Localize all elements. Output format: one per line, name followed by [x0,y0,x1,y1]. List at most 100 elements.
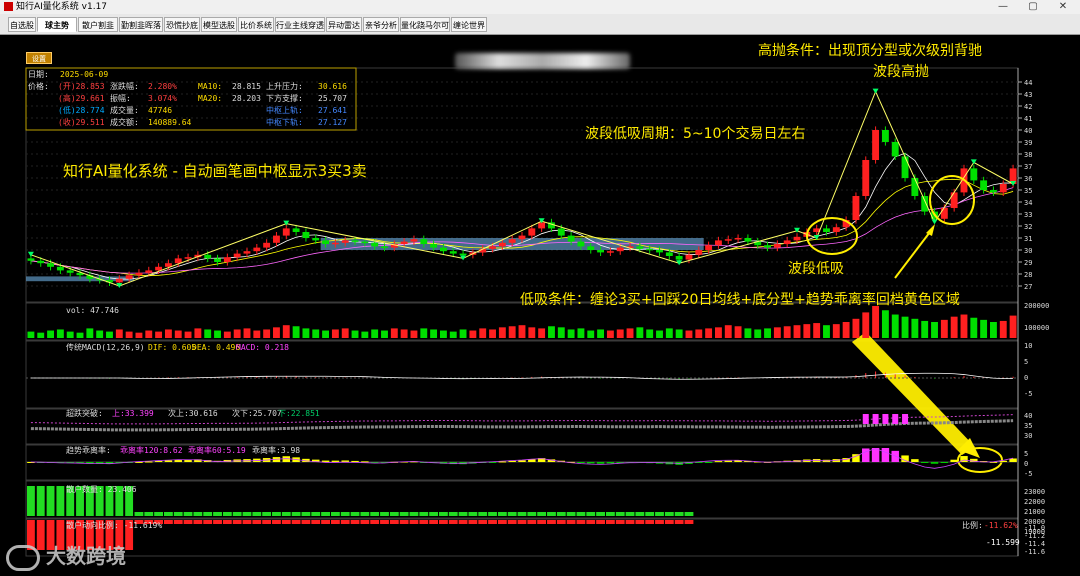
retail-count-bar [576,512,586,516]
macd-tick: 0 [1024,374,1028,382]
volume-label: 成交量: [110,105,139,115]
stock-chart[interactable]: 44 43 42 41 40 39 38 37 36 35 34 33 32 31 30 29 28 27 日期: 2… [0,0,1080,576]
retail-count-bar [448,512,458,516]
candle-body [832,227,840,232]
volume-bar [577,328,585,338]
candle-body [420,239,428,244]
retail-ratio-bar [203,520,213,524]
retail-count-bar [556,512,566,516]
retail-count-bar [46,486,55,516]
retail-count-bar [664,512,674,516]
volume-bar [302,328,310,338]
volume-bar [636,327,644,338]
bias-bar [321,460,330,462]
volume-bar [852,318,860,338]
volume-bar [312,329,320,338]
retail-ratio-bar [586,520,596,524]
volume-bar [115,329,123,338]
candle-body [714,240,722,246]
retail-ratio-bar [272,520,281,524]
retail-count-bar [301,512,311,516]
retail-count-bar [625,512,635,516]
bias-bar [351,460,359,462]
candle-body [970,168,978,181]
retail-ratio-bar [527,520,537,524]
volume-bar [872,306,880,338]
volume-bar [86,328,94,338]
center-upper-value: 27.641 [318,106,347,115]
retail-count-bar [389,512,399,516]
retail-ratio-bar [605,520,615,524]
candle-body [135,272,143,276]
retail-ratio-tick: -11.0 [1024,524,1045,532]
settings-button[interactable]: 设置 [26,52,52,64]
macd-tick: 10 [1024,342,1032,350]
retail-count-bar [605,512,615,516]
volume-bar [263,329,271,338]
volume-bar [695,329,703,338]
center-upper-label: 中枢上轨: [266,105,303,115]
candle-body [950,192,958,208]
macd-dea: DEA: 0.496 [192,343,240,352]
candle-body [990,190,997,193]
retail-ratio-bar [340,520,350,524]
retail-count-bar [350,512,360,516]
retail-ratio-bar [163,520,173,524]
candle-body [322,240,330,244]
retail-ratio-bar [468,520,478,524]
annotation-high-sell: 波段高抛 [873,64,929,80]
candle-body [773,244,781,248]
retail-count-bar [674,512,684,516]
candle-body [292,228,300,232]
retail-ratio-bar [625,520,635,524]
candle-body [459,253,467,256]
retail-ratio-bar [291,520,301,524]
retail-ratio-bar [497,520,507,524]
volume-bar [233,329,241,338]
volume-bar [381,330,388,338]
candle-body [695,250,703,255]
break-signal-bar [882,414,889,424]
retail-count-bar [262,512,272,516]
annotation-cycle: 波段低吸周期：5~10个交易日左右 [585,126,806,142]
retail-ratio-bar [409,520,419,524]
retail-ratio-bar [252,520,262,524]
volume-bar [606,330,614,338]
candle-body [145,270,153,273]
bias-bar [596,462,605,464]
retail-ratio-bar [547,520,556,524]
retail-ratio-bar [458,520,468,524]
candle-body [125,275,133,279]
volume-bar [322,330,330,338]
candle-body [528,228,536,236]
retail-count-bar [291,512,301,516]
volume-tick: 200000 [1024,302,1049,310]
volume-bar [361,331,369,338]
retail-count-bar [203,512,213,516]
retail-ratio-bar [370,520,380,524]
volume-bar [881,310,889,338]
annotation-low-buy: 波段低吸 [788,261,844,277]
candle-body [891,142,899,157]
volume-bar [665,328,673,338]
candle-body [174,258,182,264]
volume-bar [390,328,398,338]
volume-bar [351,330,359,338]
volume-bar [47,330,54,338]
ratio-label: 比例: [962,520,983,530]
candle-body [263,242,271,248]
retail-count-bar [586,512,596,516]
volume-value: 47746 [148,106,172,115]
volume-bar [76,332,84,338]
volume-bar [773,327,781,338]
break-signal-bar [862,414,869,424]
volume-bar [125,331,133,338]
price-axis-label: 31 [1024,235,1032,243]
retail-ratio-bar [615,520,625,524]
candle-body [852,196,860,220]
volume-bar [331,329,339,338]
retail-count-tick: 23000 [1024,488,1045,496]
candle-body [66,270,74,273]
ma10-label: MA10: [198,82,222,91]
break-tick: 40 [1024,412,1032,420]
